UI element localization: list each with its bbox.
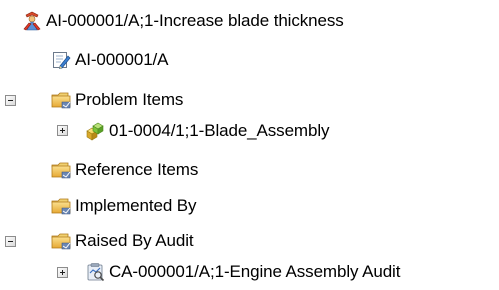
plus-icon xyxy=(57,267,68,278)
minus-icon xyxy=(5,95,16,106)
plus-icon xyxy=(57,125,68,136)
folder-icon xyxy=(51,196,71,216)
audit-icon xyxy=(85,262,105,282)
tree-node-label: Problem Items xyxy=(75,90,184,109)
document-edit-icon xyxy=(51,50,71,70)
collapse-toggle-raised-by-audit[interactable] xyxy=(5,236,16,247)
tree-node-label: Raised By Audit xyxy=(75,231,194,250)
folder-icon xyxy=(51,160,71,180)
tree-node-revision[interactable]: AI-000001/A xyxy=(51,45,169,75)
minus-icon xyxy=(5,236,16,247)
tree-node-implemented-by[interactable]: Implemented By xyxy=(51,191,197,221)
folder-icon xyxy=(51,231,71,251)
tree-node-raised-by-audit[interactable]: Raised By Audit xyxy=(51,226,194,256)
tree-node-label: CA-000001/A;1-Engine Assembly Audit xyxy=(109,262,401,281)
tree-node-root[interactable]: AI-000001/A;1-Increase blade thickness xyxy=(22,6,344,36)
tree-node-reference-items[interactable]: Reference Items xyxy=(51,155,198,185)
expand-toggle-blade-assembly[interactable] xyxy=(57,125,68,136)
tree-node-label: 01-0004/1;1-Blade_Assembly xyxy=(109,121,330,140)
tree-node-label: AI-000001/A;1-Increase blade thickness xyxy=(46,11,344,30)
tree-node-label: AI-000001/A xyxy=(75,50,169,69)
change-request-icon xyxy=(22,11,42,31)
folder-icon xyxy=(51,90,71,110)
tree-node-engine-assembly-audit[interactable]: CA-000001/A;1-Engine Assembly Audit xyxy=(85,257,400,287)
expand-toggle-engine-assembly-audit[interactable] xyxy=(57,267,68,278)
collapse-toggle-problem-items[interactable] xyxy=(5,95,16,106)
assembly-icon xyxy=(85,121,105,141)
tree-node-problem-items[interactable]: Problem Items xyxy=(51,85,183,115)
tree-node-label: Implemented By xyxy=(75,196,197,215)
tree-view: AI-000001/A;1-Increase blade thickness A… xyxy=(0,0,499,290)
tree-node-blade-assembly[interactable]: 01-0004/1;1-Blade_Assembly xyxy=(85,116,330,146)
tree-node-label: Reference Items xyxy=(75,160,199,179)
